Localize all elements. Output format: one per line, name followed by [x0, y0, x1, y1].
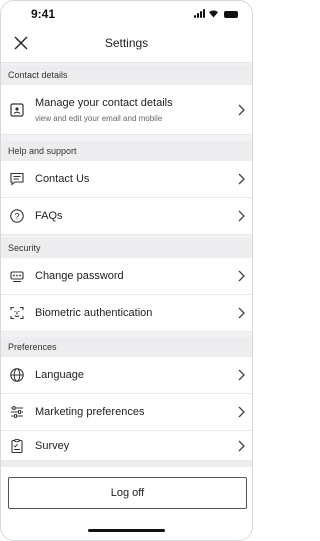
password-icon	[10, 271, 24, 282]
contact-us-item[interactable]: Contact Us	[1, 161, 252, 198]
phone-screen: 9:41 Settings Contact details Manage you…	[0, 0, 253, 541]
chevron-right-icon	[238, 210, 245, 222]
chevron-right-icon	[238, 307, 245, 319]
header: Settings	[1, 25, 252, 63]
faqs-label: FAQs	[35, 210, 63, 222]
svg-text:?: ?	[14, 211, 19, 221]
contact-us-label: Contact Us	[35, 173, 90, 185]
change-password-label: Change password	[35, 270, 124, 282]
survey-label: Survey	[35, 440, 70, 452]
section-preferences: Preferences	[1, 337, 252, 357]
language-item[interactable]: Language	[1, 357, 252, 394]
sliders-icon	[11, 406, 23, 418]
manage-contact-details-item[interactable]: Manage your contact details view and edi…	[1, 85, 252, 135]
survey-icon	[11, 439, 23, 454]
section-security: Security	[1, 238, 252, 258]
contact-card-icon	[10, 103, 24, 117]
language-label: Language	[35, 369, 84, 381]
faqs-item[interactable]: ? FAQs	[1, 198, 252, 235]
marketing-preferences-item[interactable]: Marketing preferences	[1, 394, 252, 431]
question-circle-icon: ?	[10, 209, 24, 223]
chevron-right-icon	[238, 270, 245, 282]
chevron-right-icon	[238, 406, 245, 418]
page-title: Settings	[104, 36, 149, 50]
status-time: 9:41	[31, 7, 56, 21]
home-indicator[interactable]	[88, 529, 165, 532]
chevron-right-icon	[238, 440, 245, 452]
manage-contact-label: Manage your contact details	[35, 97, 173, 109]
log-off-button[interactable]: Log off	[8, 477, 247, 509]
section-help-and-support: Help and support	[1, 141, 252, 161]
chevron-right-icon	[238, 104, 245, 116]
face-id-icon	[10, 306, 24, 320]
globe-icon	[10, 368, 24, 382]
marketing-label: Marketing preferences	[35, 406, 145, 418]
signal-icon	[194, 9, 205, 18]
manage-contact-sublabel: view and edit your email and mobile	[35, 114, 163, 123]
section-contact-details: Contact details	[1, 65, 252, 85]
status-icons	[194, 9, 238, 18]
change-password-item[interactable]: Change password	[1, 258, 252, 295]
status-bar: 9:41	[1, 1, 252, 25]
chevron-right-icon	[238, 369, 245, 381]
message-icon	[10, 172, 24, 186]
survey-item[interactable]: Survey	[1, 431, 252, 461]
biometric-authentication-item[interactable]: Biometric authentication	[1, 295, 252, 332]
wifi-icon	[209, 10, 218, 18]
biometric-label: Biometric authentication	[35, 307, 153, 319]
chevron-right-icon	[238, 173, 245, 185]
footer: Log off	[1, 467, 252, 540]
battery-icon	[224, 11, 238, 18]
